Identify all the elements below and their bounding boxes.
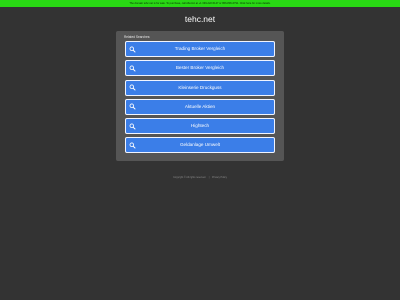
copyright-text: Copyright © All rights reserved.	[173, 176, 207, 179]
footer-separator: |	[208, 176, 210, 179]
privacy-policy-link[interactable]: Privacy Policy	[212, 176, 227, 179]
site-title: tehc.net	[184, 14, 216, 24]
related-link-kleinserie-druckguss[interactable]: Kleinserie Druckguss	[125, 79, 275, 96]
footer: Copyright © All rights reserved. | Priva…	[0, 176, 400, 180]
search-icon	[129, 103, 136, 110]
related-link-aktuelle-aktien[interactable]: Aktuelle Aktien	[125, 98, 275, 115]
related-link-label: Bester Broker Vergleich	[175, 65, 225, 71]
related-link-label: Geldanlage Umwelt	[179, 142, 221, 148]
search-icon	[129, 84, 136, 91]
related-link-hightech[interactable]: Hightech	[125, 118, 275, 135]
sale-banner[interactable]: The domain tehc.net is for sale. To purc…	[0, 0, 400, 7]
related-searches-panel: Related Searches: Trading Broker Verglei…	[116, 31, 284, 161]
panel-heading: Related Searches:	[124, 35, 151, 39]
related-link-label: Kleinserie Druckguss	[178, 84, 222, 90]
search-icon	[129, 65, 136, 72]
related-link-label: Aktuelle Aktien	[184, 103, 216, 109]
related-links-list: Trading Broker Vergleich Bester Broker V…	[125, 41, 275, 157]
related-link-geldanlage-umwelt[interactable]: Geldanlage Umwelt	[125, 137, 275, 154]
related-link-bester-broker-vergleich[interactable]: Bester Broker Vergleich	[125, 60, 275, 77]
search-icon	[129, 142, 136, 149]
related-link-label: Hightech	[190, 123, 210, 129]
search-icon	[129, 46, 136, 53]
search-icon	[129, 123, 136, 130]
related-link-trading-broker-vergleich[interactable]: Trading Broker Vergleich	[125, 41, 275, 57]
related-link-label: Trading Broker Vergleich	[174, 46, 226, 51]
